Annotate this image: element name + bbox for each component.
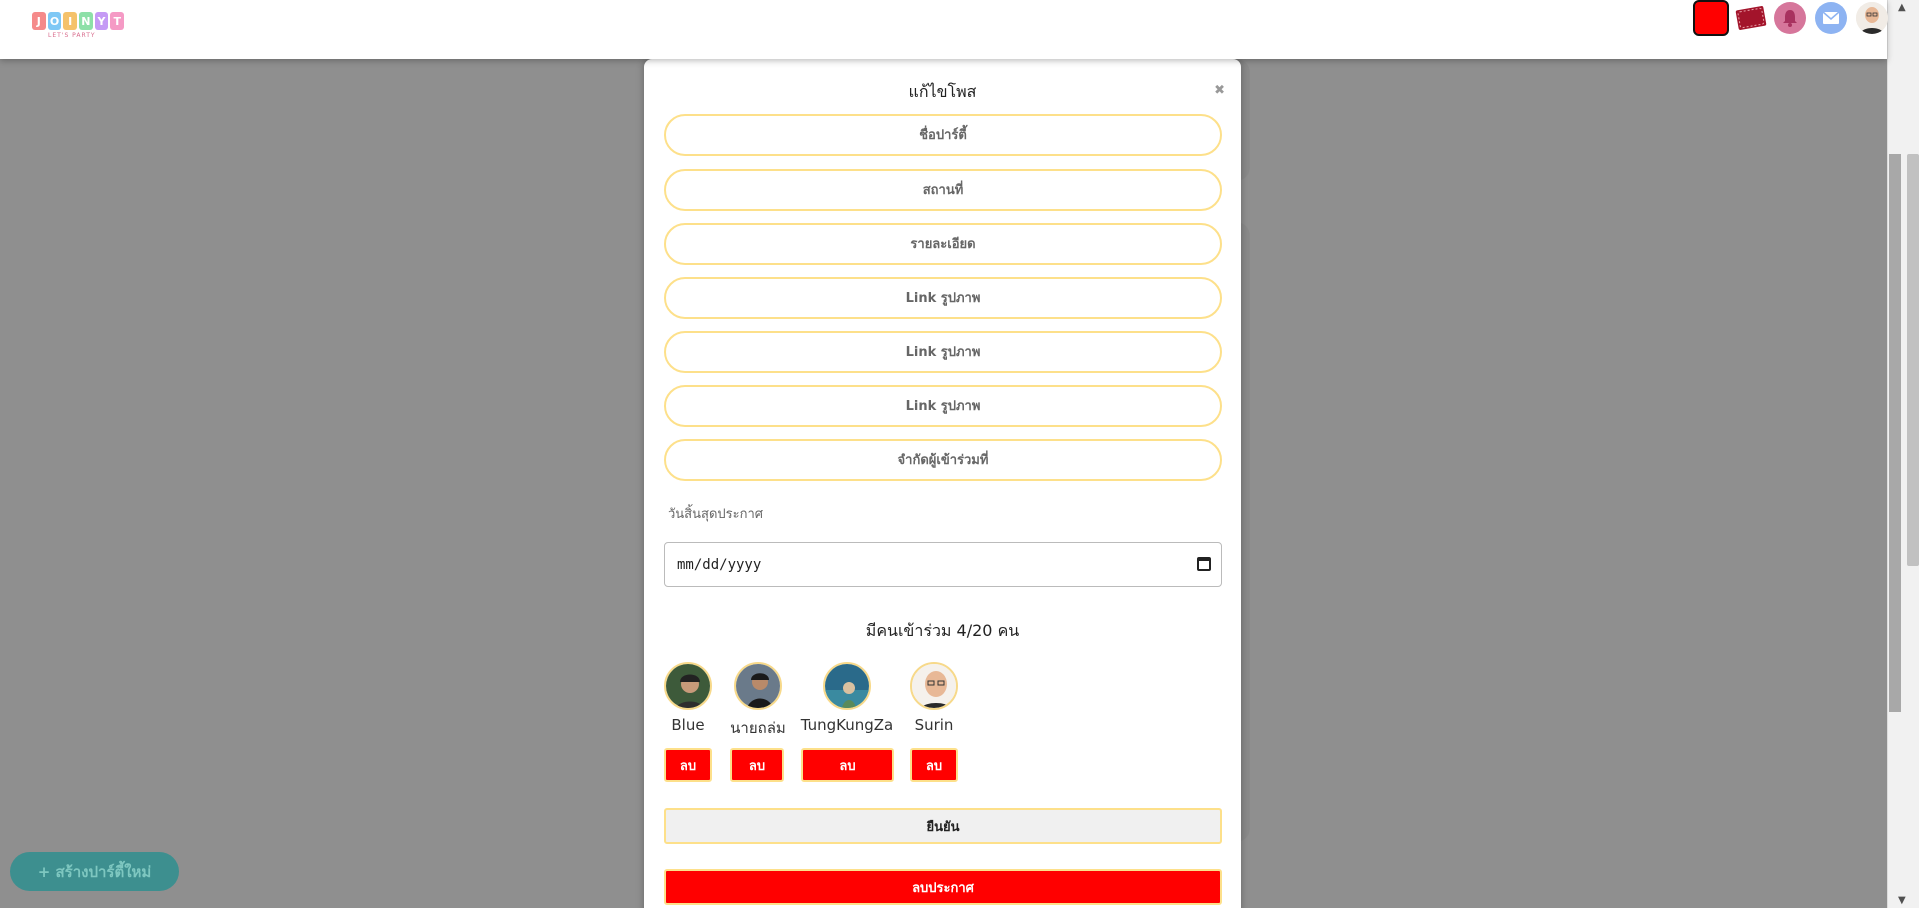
bell-icon[interactable] <box>1774 2 1806 34</box>
logo-letter: O <box>47 12 62 30</box>
location-input[interactable] <box>664 169 1222 211</box>
close-icon[interactable]: ✖ <box>1214 83 1225 98</box>
member-name: Blue <box>671 716 705 734</box>
member-avatar <box>664 662 712 710</box>
member-avatar <box>734 662 782 710</box>
member-name: Surin <box>914 716 954 734</box>
logo-letters: JOINYT <box>32 12 125 30</box>
details-input[interactable] <box>664 223 1222 265</box>
logo-letter: T <box>110 12 125 30</box>
joined-count: มีคนเข้าร่วม 4/20 คน <box>865 621 1020 640</box>
image-link-input-3[interactable] <box>664 385 1222 427</box>
modal-title: แก้ไขโพส <box>908 82 977 101</box>
member-name: TungKungZa <box>800 716 894 734</box>
page-scrollbar[interactable]: ▲ ▼ <box>1887 0 1919 908</box>
logo-tagline: LET'S PARTY <box>48 32 96 39</box>
expiry-date-label: วันสิ้นสุดประกาศ <box>668 507 764 522</box>
edit-post-modal: แก้ไขโพส ✖ วันสิ้นสุดประกาศ mm/dd/yyyy ม… <box>644 59 1241 908</box>
max-participants-input[interactable] <box>664 439 1222 481</box>
user-avatar[interactable] <box>1856 2 1888 34</box>
confirm-button[interactable]: ยืนยัน <box>664 808 1222 844</box>
scrollbar-thumb[interactable] <box>1907 154 1919 566</box>
image-link-input-1[interactable] <box>664 277 1222 319</box>
logo-letter: I <box>63 12 78 30</box>
image-link-input-2[interactable] <box>664 331 1222 373</box>
logo-letter: N <box>79 12 93 30</box>
member-name: นายถล่ม <box>730 719 786 737</box>
expiry-date-input[interactable]: mm/dd/yyyy <box>664 542 1222 587</box>
member-avatar <box>910 662 958 710</box>
date-value: mm/dd/yyyy <box>677 556 762 573</box>
logo-letter: Y <box>94 12 109 30</box>
top-navbar: JOINYT LET'S PARTY <box>0 0 1888 59</box>
scroll-up-icon[interactable]: ▲ <box>1898 2 1906 13</box>
member-avatar <box>823 662 871 710</box>
create-party-button[interactable]: + สร้างปาร์ตี้ใหม่ <box>10 852 179 891</box>
member-item: นายถล่ม <box>730 662 786 740</box>
member-item: Surin <box>910 662 958 734</box>
ticket-icon[interactable] <box>1735 4 1767 32</box>
delete-post-button[interactable]: ลบประกาศ <box>664 869 1222 905</box>
joinyt-logo[interactable]: JOINYT LET'S PARTY <box>32 12 125 44</box>
remove-member-button[interactable]: ลบ <box>801 748 894 782</box>
member-item: Blue <box>664 662 712 734</box>
scrollbar-track-shade <box>1889 154 1901 712</box>
red-square-icon[interactable] <box>1693 0 1729 36</box>
party-name-input[interactable] <box>664 114 1222 156</box>
remove-member-button[interactable]: ลบ <box>730 748 784 782</box>
logo-letter: J <box>32 12 46 30</box>
remove-member-button[interactable]: ลบ <box>910 748 958 782</box>
mail-icon[interactable] <box>1815 2 1847 34</box>
scroll-down-icon[interactable]: ▼ <box>1898 895 1906 906</box>
member-item: TungKungZa <box>799 662 895 734</box>
calendar-icon[interactable] <box>1197 557 1211 571</box>
remove-member-button[interactable]: ลบ <box>664 748 712 782</box>
